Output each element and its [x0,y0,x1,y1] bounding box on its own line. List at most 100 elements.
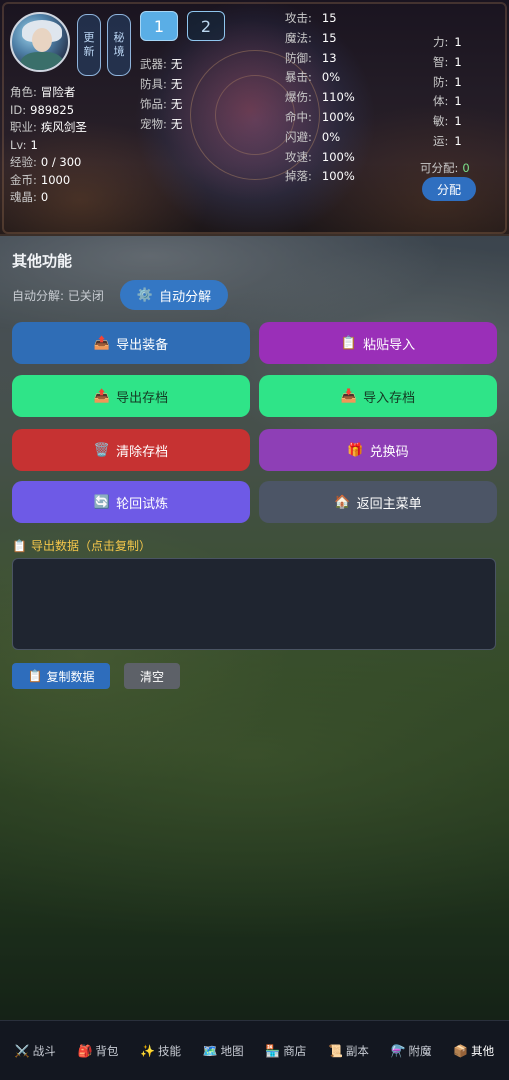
nav-label: 技能 [158,1043,182,1058]
value: 0 / 300 [40,155,82,169]
profile-class: 职业: 疾风剑圣 [10,119,87,137]
free-points: 可分配: 0 [420,160,470,176]
label: 智: [433,54,449,69]
nav-other[interactable]: 📦 其他 [453,1043,494,1059]
export-equipment-label: 导出装备 [116,337,169,353]
clear-data-button[interactable]: 清空 [124,663,180,689]
profile-role: 角色: 冒险者 [10,84,87,102]
value: 100% [321,149,355,164]
value: 100% [321,109,355,124]
paste-import-label: 粘贴导入 [363,337,416,353]
label: 掉落: [285,169,312,184]
nav-backpack[interactable]: 🎒 背包 [77,1043,118,1059]
secret-realm-button[interactable]: 秘境 [107,14,131,76]
profile-exp: 经验: 0 / 300 [10,154,87,172]
nav-label: 副本 [345,1043,369,1058]
label: 金币: [10,172,37,187]
gear-icon: ⚙️ [136,287,154,303]
value: 1 [454,74,462,89]
clipboard-icon: 📋 [340,335,358,351]
clear-save-button[interactable]: 🗑️ 清除存档 [12,429,250,471]
value: 1 [454,35,462,49]
update-button[interactable]: 更新 [77,14,101,76]
stat-attack-speed: 攻速: 100% [285,148,355,168]
back-main-menu-button[interactable]: 🏠 返回主菜单 [259,481,497,523]
attr-constitution: 体: 1 [433,92,462,112]
value: 1 [454,133,462,148]
value: 0% [321,70,341,85]
sparkles-icon: ✨ [140,1043,156,1058]
export-data-label[interactable]: 📋 导出数据（点击复制） [12,537,151,554]
profile-gold: 金币: 1000 [10,172,87,190]
label: 暴击: [285,70,312,85]
label: 魔法: [285,30,312,45]
value: 冒险者 [40,85,76,99]
value: 110% [321,90,355,105]
export-equipment-button[interactable]: 📤 导出装备 [12,322,250,364]
cycle-icon: 🔄 [93,494,111,510]
reincarnation-trial-button[interactable]: 🔄 轮回试炼 [12,481,250,523]
nav-shop[interactable]: 🏪 商店 [265,1043,306,1059]
stat-crit-rate: 暴击: 0% [285,68,355,88]
auto-decompose-label: 自动分解 [159,289,212,305]
value: 0 [40,190,49,204]
allocate-button[interactable]: 分配 [422,177,476,201]
label: 力: [433,35,449,49]
potion-icon: ⚗️ [390,1043,406,1058]
value: 989825 [30,102,75,117]
value: 1 [454,54,462,69]
inbox-icon: 📥 [340,388,358,404]
redeem-code-label: 兑换码 [369,444,409,460]
value: 疾风剑圣 [40,120,87,134]
save-slot-1-button[interactable]: 1 [140,11,178,41]
auto-decompose-button[interactable]: ⚙️ 自动分解 [120,280,228,310]
import-save-button[interactable]: 📥 导入存档 [259,375,497,417]
paste-import-button[interactable]: 📋 粘贴导入 [259,322,497,364]
copy-data-button[interactable]: 📋 复制数据 [12,663,110,689]
export-data-label-text: 导出数据（点击复制） [30,539,151,553]
backpack-icon: 🎒 [77,1043,93,1058]
export-save-button[interactable]: 📤 导出存档 [12,375,250,417]
value: 1 [454,94,462,109]
swords-icon: ⚔️ [14,1043,30,1058]
label: 角色: [10,85,37,99]
map-icon: 🗺️ [202,1043,218,1058]
outbox-icon: 📤 [93,388,111,404]
label: 防: [433,74,449,89]
free-points-value: 0 [462,161,470,175]
profile-soul-crystal: 魂晶: 0 [10,189,87,207]
stat-accuracy: 命中: 100% [285,108,355,128]
nav-skills[interactable]: ✨ 技能 [140,1043,181,1059]
auto-decompose-status: 自动分解: 已关闭 [12,289,104,303]
value: 15 [321,11,337,25]
value: 1 [454,114,462,129]
equip-armor[interactable]: 防具: 无 [140,74,182,94]
shop-icon: 🏪 [265,1043,281,1058]
avatar[interactable] [10,12,70,72]
attr-defense: 防: 1 [433,73,462,93]
value: 无 [170,77,183,91]
nav-battle[interactable]: ⚔️ 战斗 [15,1043,56,1059]
nav-dungeon[interactable]: 📜 副本 [328,1043,369,1059]
value: 0% [321,129,341,144]
nav-map[interactable]: 🗺️ 地图 [203,1043,244,1059]
label: 爆伤: [285,90,312,105]
copy-data-label: 复制数据 [46,669,95,684]
free-points-label: 可分配: [420,161,459,175]
save-slot-2-button[interactable]: 2 [187,11,225,41]
redeem-code-button[interactable]: 🎁 兑换码 [259,429,497,471]
nav-enchant[interactable]: ⚗️ 附魔 [391,1043,432,1059]
equip-accessory[interactable]: 饰品: 无 [140,94,182,114]
label: 攻速: [285,149,312,164]
export-data-textarea[interactable] [12,558,496,650]
import-save-label: 导入存档 [363,390,416,406]
clipboard-icon: 📋 [27,669,43,683]
equip-pet[interactable]: 宠物: 无 [140,114,182,134]
value: 1000 [40,172,71,187]
label: 命中: [285,109,312,124]
equip-weapon[interactable]: 武器: 无 [140,54,182,74]
stat-magic: 魔法: 15 [285,29,355,49]
avatar-body [20,52,64,70]
label: 防具: [140,77,167,91]
label: 魂晶: [10,190,37,204]
